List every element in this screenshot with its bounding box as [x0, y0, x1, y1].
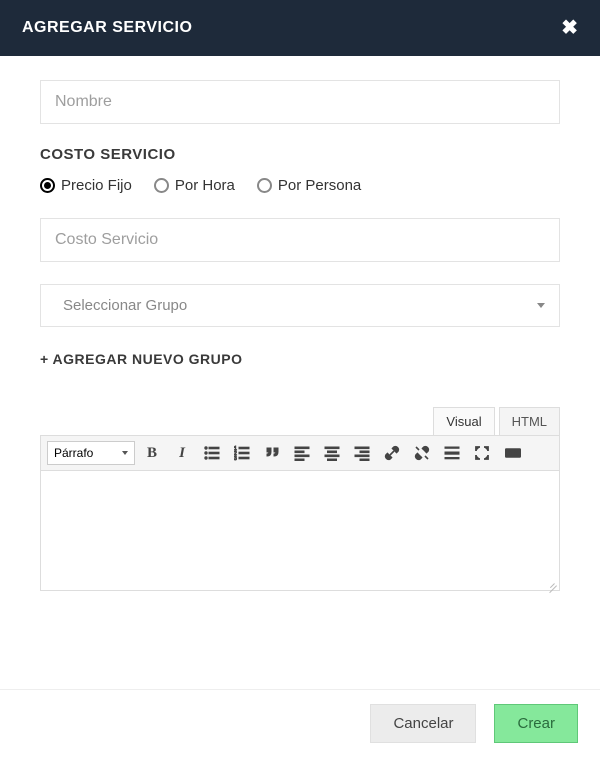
- blockquote-icon[interactable]: [259, 440, 285, 466]
- chevron-down-icon: [537, 303, 545, 308]
- service-name-input[interactable]: [40, 80, 560, 124]
- service-cost-input[interactable]: [40, 218, 560, 262]
- radio-per-hour[interactable]: Por Hora: [154, 177, 235, 194]
- radio-label: Por Hora: [175, 177, 235, 194]
- align-left-icon[interactable]: [289, 440, 315, 466]
- pricing-type-radio-group: Precio Fijo Por Hora Por Persona: [40, 177, 560, 194]
- paragraph-format-select[interactable]: Párrafo: [47, 441, 135, 465]
- chevron-down-icon: [122, 451, 128, 455]
- link-icon[interactable]: [379, 440, 405, 466]
- resize-handle-icon[interactable]: [545, 576, 557, 588]
- unlink-icon[interactable]: [409, 440, 435, 466]
- radio-icon: [40, 178, 55, 193]
- radio-label: Por Persona: [278, 177, 361, 194]
- bulleted-list-icon[interactable]: [199, 440, 225, 466]
- add-new-group-link[interactable]: + AGREGAR NUEVO GRUPO: [40, 351, 243, 367]
- radio-icon: [154, 178, 169, 193]
- align-right-icon[interactable]: [349, 440, 375, 466]
- add-service-modal: AGREGAR SERVICIO ✖ COSTO SERVICIO Precio…: [0, 0, 600, 757]
- format-select-label: Párrafo: [54, 446, 93, 460]
- modal-footer: Cancelar Crear: [0, 689, 600, 757]
- bold-icon[interactable]: B: [139, 440, 165, 466]
- cancel-button[interactable]: Cancelar: [370, 704, 476, 743]
- group-select-placeholder: Seleccionar Grupo: [55, 297, 187, 314]
- horizontal-rule-icon[interactable]: [439, 440, 465, 466]
- radio-icon: [257, 178, 272, 193]
- editor-tab-row: Visual HTML: [40, 407, 560, 435]
- italic-icon[interactable]: I: [169, 440, 195, 466]
- radio-per-person[interactable]: Por Persona: [257, 177, 361, 194]
- rich-text-editor: Visual HTML Párrafo B I 123: [40, 407, 560, 591]
- fullscreen-icon[interactable]: [469, 440, 495, 466]
- tab-html[interactable]: HTML: [499, 407, 560, 435]
- create-button[interactable]: Crear: [494, 704, 578, 743]
- modal-body: COSTO SERVICIO Precio Fijo Por Hora Por …: [0, 56, 600, 689]
- modal-header: AGREGAR SERVICIO ✖: [0, 0, 600, 56]
- radio-label: Precio Fijo: [61, 177, 132, 194]
- modal-title: AGREGAR SERVICIO: [22, 19, 192, 37]
- close-icon[interactable]: ✖: [561, 18, 578, 38]
- editor-textarea[interactable]: [40, 471, 560, 591]
- group-select[interactable]: Seleccionar Grupo: [40, 284, 560, 327]
- keyboard-icon[interactable]: [499, 440, 527, 466]
- align-center-icon[interactable]: [319, 440, 345, 466]
- svg-text:3: 3: [234, 456, 237, 461]
- editor-toolbar: Párrafo B I 123: [40, 435, 560, 471]
- cost-section-label: COSTO SERVICIO: [40, 146, 560, 163]
- tab-visual[interactable]: Visual: [433, 407, 494, 435]
- radio-fixed-price[interactable]: Precio Fijo: [40, 177, 132, 194]
- numbered-list-icon[interactable]: 123: [229, 440, 255, 466]
